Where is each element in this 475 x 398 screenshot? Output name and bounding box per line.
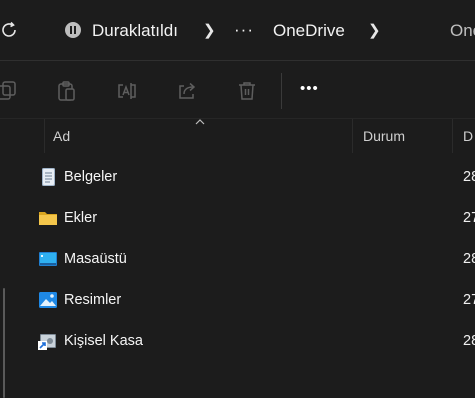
item-name: Belgeler	[64, 169, 118, 185]
navigation-pane-scrollbar[interactable]	[3, 288, 5, 398]
item-name: Kişisel Kasa	[64, 333, 143, 349]
item-name: Masaüstü	[64, 251, 127, 267]
address-bar: Duraklatıldı ❯ ··· OneDrive ❯ One	[0, 0, 475, 60]
item-date: 27	[463, 210, 475, 226]
column-divider[interactable]	[44, 119, 45, 153]
documents-folder-icon	[42, 168, 55, 186]
toolbar-separator	[281, 73, 282, 109]
item-date: 28	[463, 169, 475, 185]
column-header-date[interactable]: D	[463, 128, 473, 144]
breadcrumb-onedrive[interactable]: OneDrive	[273, 21, 345, 41]
chevron-right-icon[interactable]: ❯	[203, 21, 216, 41]
divider	[0, 60, 475, 61]
delete-icon[interactable]	[236, 80, 258, 102]
column-header-row: Ad Durum D	[0, 119, 475, 153]
item-date: 27	[463, 292, 475, 308]
paused-sync-icon	[65, 22, 81, 38]
paste-icon[interactable]	[56, 80, 78, 102]
column-header-name[interactable]: Ad	[53, 128, 70, 144]
sort-ascending-icon	[195, 119, 205, 125]
pictures-folder-icon	[39, 292, 57, 308]
column-divider[interactable]	[352, 119, 353, 153]
item-date: 28	[463, 333, 475, 349]
list-item[interactable]: Resimler 27	[0, 280, 475, 320]
column-divider[interactable]	[452, 119, 453, 153]
list-item[interactable]: Kişisel Kasa 28	[0, 321, 475, 361]
list-item[interactable]: Masaüstü 28	[0, 239, 475, 279]
search-box[interactable]: One	[450, 21, 475, 41]
folder-icon	[39, 212, 57, 225]
item-date: 28	[463, 251, 475, 267]
list-item[interactable]: Ekler 27	[0, 198, 475, 238]
command-bar: •••	[0, 62, 475, 118]
item-name: Resimler	[64, 292, 122, 308]
refresh-icon[interactable]	[0, 20, 20, 40]
desktop-folder-icon	[39, 252, 57, 266]
share-icon[interactable]	[176, 80, 198, 102]
breadcrumb-more-button[interactable]: ···	[234, 20, 254, 40]
chevron-right-icon[interactable]: ❯	[368, 21, 381, 41]
list-item[interactable]: Belgeler 28	[0, 157, 475, 197]
column-header-status[interactable]: Durum	[363, 128, 405, 144]
sync-status-label[interactable]: Duraklatıldı	[92, 21, 178, 41]
see-more-button[interactable]: •••	[300, 79, 319, 99]
copy-icon[interactable]	[0, 80, 22, 102]
item-name: Ekler	[64, 210, 98, 226]
rename-icon[interactable]	[116, 80, 138, 102]
personal-vault-shortcut-icon	[38, 334, 56, 350]
